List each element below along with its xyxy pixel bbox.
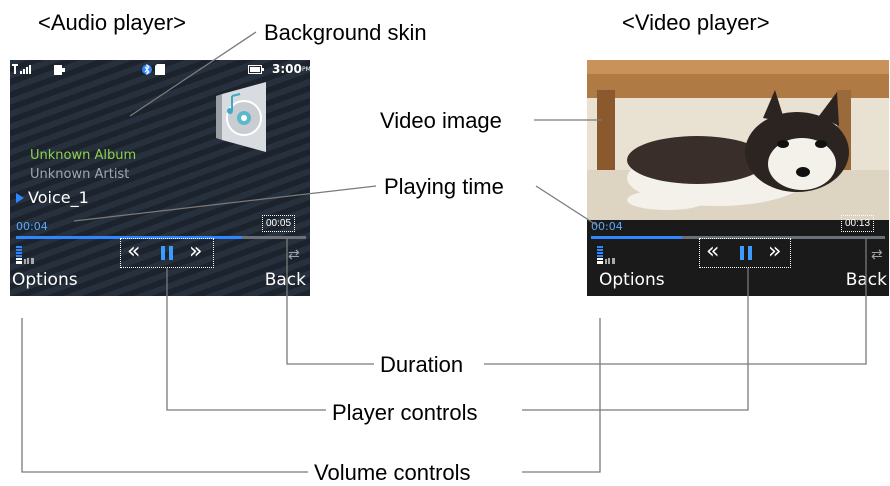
track-title: Voice_1 bbox=[28, 188, 89, 207]
album-name: Unknown Album bbox=[30, 148, 137, 163]
video-image bbox=[587, 60, 889, 220]
duration-time: 00:05 bbox=[266, 218, 292, 229]
sd-card-icon bbox=[155, 64, 165, 75]
video-pause-bar-right bbox=[748, 246, 752, 260]
pause-bar-left bbox=[161, 246, 165, 260]
status-ampm: PM bbox=[302, 66, 310, 73]
callout-background-skin: Background skin bbox=[264, 20, 427, 45]
forward-button[interactable]: » bbox=[189, 239, 202, 264]
callout-video-image: Video image bbox=[380, 108, 502, 133]
video-player-title: <Video player> bbox=[622, 10, 770, 35]
battery-icon bbox=[248, 65, 264, 74]
video-repeat-icon[interactable]: ⇄ bbox=[871, 246, 883, 263]
line-volume-audio bbox=[21, 318, 308, 473]
play-indicator-icon bbox=[16, 193, 24, 203]
audio-player-screen: 3:00 PM Unknown Album Unknown Artist Voi… bbox=[10, 60, 310, 296]
video-player-controls-box: « » bbox=[699, 238, 791, 268]
rewind-button[interactable]: « bbox=[127, 239, 140, 264]
album-art-icon bbox=[216, 82, 266, 152]
player-controls-box: « » bbox=[120, 238, 214, 268]
bluetooth-icon bbox=[142, 63, 152, 76]
callout-volume-controls: Volume controls bbox=[314, 460, 471, 485]
video-volume-icon[interactable] bbox=[597, 246, 619, 264]
video-duration-box: 00:13 bbox=[841, 215, 875, 232]
message-icon bbox=[54, 65, 65, 75]
volume-icon[interactable] bbox=[16, 246, 38, 264]
video-pause-bar-left bbox=[740, 246, 744, 260]
repeat-icon[interactable]: ⇄ bbox=[288, 246, 300, 263]
options-softkey[interactable]: Options bbox=[12, 270, 78, 290]
signal-icon bbox=[12, 64, 31, 74]
video-elapsed-time: 00:04 bbox=[591, 220, 623, 233]
back-softkey[interactable]: Back bbox=[265, 270, 306, 290]
callout-player-controls: Player controls bbox=[332, 400, 478, 425]
video-progress-fill bbox=[591, 236, 683, 239]
callout-playing-time: Playing time bbox=[384, 174, 504, 199]
duration-box: 00:05 bbox=[262, 215, 296, 232]
video-rewind-button[interactable]: « bbox=[706, 239, 719, 264]
video-duration-time: 00:13 bbox=[845, 218, 871, 229]
video-forward-button[interactable]: » bbox=[768, 239, 781, 264]
audio-player-title: <Audio player> bbox=[38, 10, 186, 35]
video-player-screen: 00:04 00:13 « » ⇄ Options Back bbox=[587, 60, 889, 296]
video-options-softkey[interactable]: Options bbox=[599, 270, 665, 290]
callout-duration: Duration bbox=[380, 352, 464, 377]
line-volume-video bbox=[522, 318, 601, 473]
elapsed-time: 00:04 bbox=[16, 220, 48, 233]
video-back-softkey[interactable]: Back bbox=[846, 270, 887, 290]
artist-name: Unknown Artist bbox=[30, 167, 130, 182]
status-time: 3:00 bbox=[272, 62, 302, 76]
pause-bar-right bbox=[169, 246, 173, 260]
